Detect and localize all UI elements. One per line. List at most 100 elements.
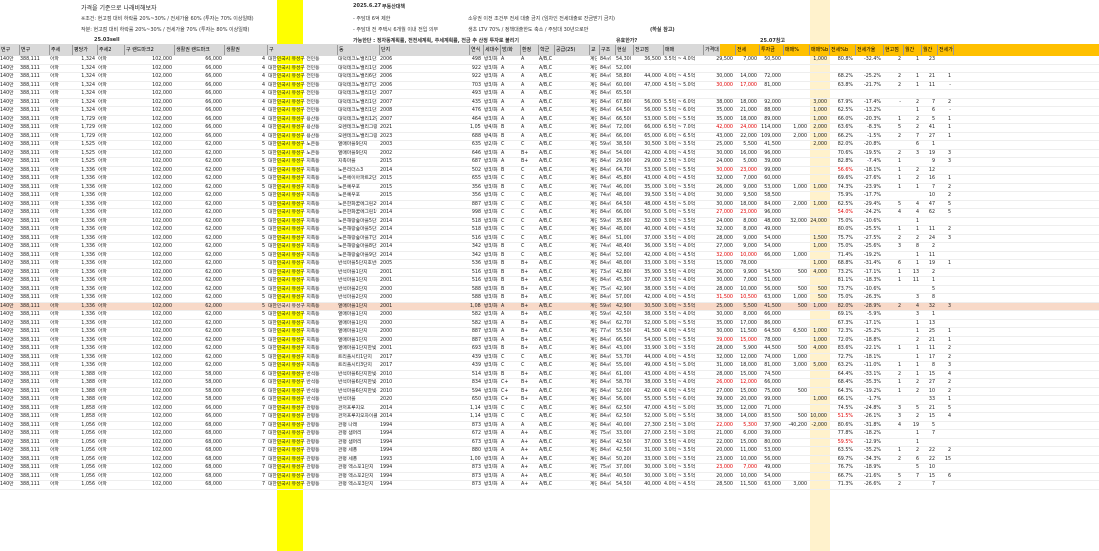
table-cell[interactable]: 62,000: [175, 141, 222, 149]
table-cell[interactable]: B+: [521, 337, 536, 345]
table-cell[interactable]: 75.0%: [830, 294, 853, 302]
table-cell[interactable]: 388,111: [20, 226, 47, 234]
table-cell[interactable]: 방3/화2: [484, 430, 498, 438]
table-cell[interactable]: 102,000: [125, 252, 172, 260]
table-row[interactable]: 140만 388,111 아파 1,729 아파 102,000 66,000 4 대한민국시 …: [0, 116, 1099, 124]
table-cell[interactable]: 102,000: [125, 337, 172, 345]
table-cell[interactable]: 아파: [98, 286, 122, 294]
table-cell[interactable]: 6: [884, 260, 901, 268]
table-cell[interactable]: 140만: [0, 158, 17, 166]
table-cell[interactable]: 아파: [50, 218, 70, 226]
table-cell[interactable]: [922, 65, 935, 73]
table-cell[interactable]: 48,000: [634, 201, 661, 209]
table-row[interactable]: 140만 388,111 아파 1,336 아파 102,000 62,000 5 대한민국시 …: [0, 345, 1099, 354]
table-cell[interactable]: 62,000: [175, 328, 222, 336]
table-cell[interactable]: 84㎡: [600, 150, 613, 158]
table-cell[interactable]: 아파: [50, 243, 70, 251]
table-cell[interactable]: 27,300: [634, 422, 661, 430]
table-cell[interactable]: 140만: [0, 116, 17, 124]
table-cell[interactable]: 노은한화꿈에그린2단지: [338, 201, 377, 209]
table-cell[interactable]: [904, 90, 919, 98]
table-cell[interactable]: [784, 311, 807, 319]
table-cell[interactable]: 4: [225, 90, 265, 98]
table-cell[interactable]: 아파: [98, 362, 122, 370]
table-cell[interactable]: 78,000: [736, 260, 757, 268]
table-cell[interactable]: A/B,C/C,5: [539, 362, 552, 370]
table-cell[interactable]: 계단: [590, 405, 597, 413]
table-cell[interactable]: 388,111: [20, 184, 47, 192]
table-cell[interactable]: A: [501, 107, 518, 115]
table-cell[interactable]: 388,111: [20, 158, 47, 166]
table-cell[interactable]: 388,111: [20, 371, 47, 379]
table-cell[interactable]: 계단: [590, 158, 597, 166]
table-cell[interactable]: 대한민국시 유성구 지족동: [268, 311, 335, 319]
table-cell[interactable]: [555, 141, 587, 149]
table-cell[interactable]: 아파: [98, 371, 122, 379]
table-cell[interactable]: -11.0%: [856, 362, 881, 370]
table-cell[interactable]: 대한민국시 유성구 관평동: [268, 473, 335, 481]
table-cell[interactable]: 439: [470, 362, 481, 370]
table-cell[interactable]: [810, 456, 827, 464]
table-cell[interactable]: A/B,C/C,5: [539, 184, 552, 192]
table-cell[interactable]: 42,000: [634, 388, 661, 396]
table-cell[interactable]: 63.6%: [830, 124, 853, 132]
table-row[interactable]: 140만 388,111 아파 1,056 아파 102,000 68,000 7 대한민국시 …: [0, 481, 1099, 490]
table-cell[interactable]: 7: [225, 456, 265, 464]
table-cell[interactable]: [555, 362, 587, 370]
table-cell[interactable]: 대한민국시 유성구 지족동: [268, 243, 335, 251]
table-cell[interactable]: -25.2%: [856, 328, 881, 336]
table-cell[interactable]: -17.1%: [856, 269, 881, 277]
table-cell[interactable]: 74㎡: [600, 243, 613, 251]
table-cell[interactable]: 16,000: [736, 150, 757, 158]
table-cell[interactable]: 37,900: [760, 422, 781, 430]
table-cell[interactable]: 2: [904, 379, 919, 387]
table-cell[interactable]: C+: [501, 396, 518, 404]
table-cell[interactable]: 9,000: [736, 243, 757, 251]
table-cell[interactable]: 80.0%: [830, 226, 853, 234]
table-cell[interactable]: 아파: [50, 90, 70, 98]
table-cell[interactable]: 1: [884, 447, 901, 455]
table-cell[interactable]: 73.7%: [830, 286, 853, 294]
table-cell[interactable]: 반석마을6단지한빛신아파트: [338, 371, 377, 379]
table-cell[interactable]: 1,336: [73, 167, 95, 175]
table-cell[interactable]: 2: [922, 269, 935, 277]
table-cell[interactable]: 20,000: [704, 447, 733, 455]
table-cell[interactable]: 아파: [50, 388, 70, 396]
table-cell[interactable]: [664, 90, 701, 98]
table-cell[interactable]: 1,000: [810, 107, 827, 115]
table-cell[interactable]: [784, 158, 807, 166]
column-header[interactable]: 전고점: [634, 45, 664, 55]
table-cell[interactable]: 아파: [98, 345, 122, 353]
table-cell[interactable]: 102,000: [125, 235, 172, 243]
table-cell[interactable]: [784, 337, 807, 345]
table-cell[interactable]: 5: [225, 362, 265, 370]
table-cell[interactable]: 82.0%: [830, 141, 853, 149]
table-cell[interactable]: 82.8%: [830, 158, 853, 166]
table-cell[interactable]: [555, 371, 587, 379]
table-cell[interactable]: 1,000: [810, 260, 827, 268]
table-cell[interactable]: C: [501, 235, 518, 243]
table-cell[interactable]: 아파: [98, 116, 122, 124]
table-cell[interactable]: 아파: [98, 456, 122, 464]
table-cell[interactable]: -18.8%: [856, 337, 881, 345]
table-cell[interactable]: C: [501, 405, 518, 413]
table-cell[interactable]: 5: [225, 337, 265, 345]
table-cell[interactable]: 42,900: [616, 303, 631, 311]
table-cell[interactable]: 아파: [50, 167, 70, 175]
table-cell[interactable]: 반석마을: [338, 396, 377, 404]
table-cell[interactable]: 아파: [50, 439, 70, 447]
table-cell[interactable]: 48,400: [616, 243, 631, 251]
table-cell[interactable]: 계단: [590, 294, 597, 302]
table-cell[interactable]: 84㎡: [600, 456, 613, 464]
table-cell[interactable]: A+: [521, 464, 536, 472]
table-cell[interactable]: 아파: [50, 294, 70, 302]
table-cell[interactable]: 140만: [0, 337, 17, 345]
table-cell[interactable]: [704, 65, 733, 73]
table-cell[interactable]: 102,000: [125, 311, 172, 319]
table-cell[interactable]: C: [521, 405, 536, 413]
table-cell[interactable]: 대한민국시 유성구 전민동: [268, 82, 335, 90]
table-cell[interactable]: A: [501, 65, 518, 73]
table-cell[interactable]: 1: [904, 260, 919, 268]
table-cell[interactable]: 84㎡: [600, 277, 613, 285]
table-cell[interactable]: 10,000: [736, 456, 757, 464]
